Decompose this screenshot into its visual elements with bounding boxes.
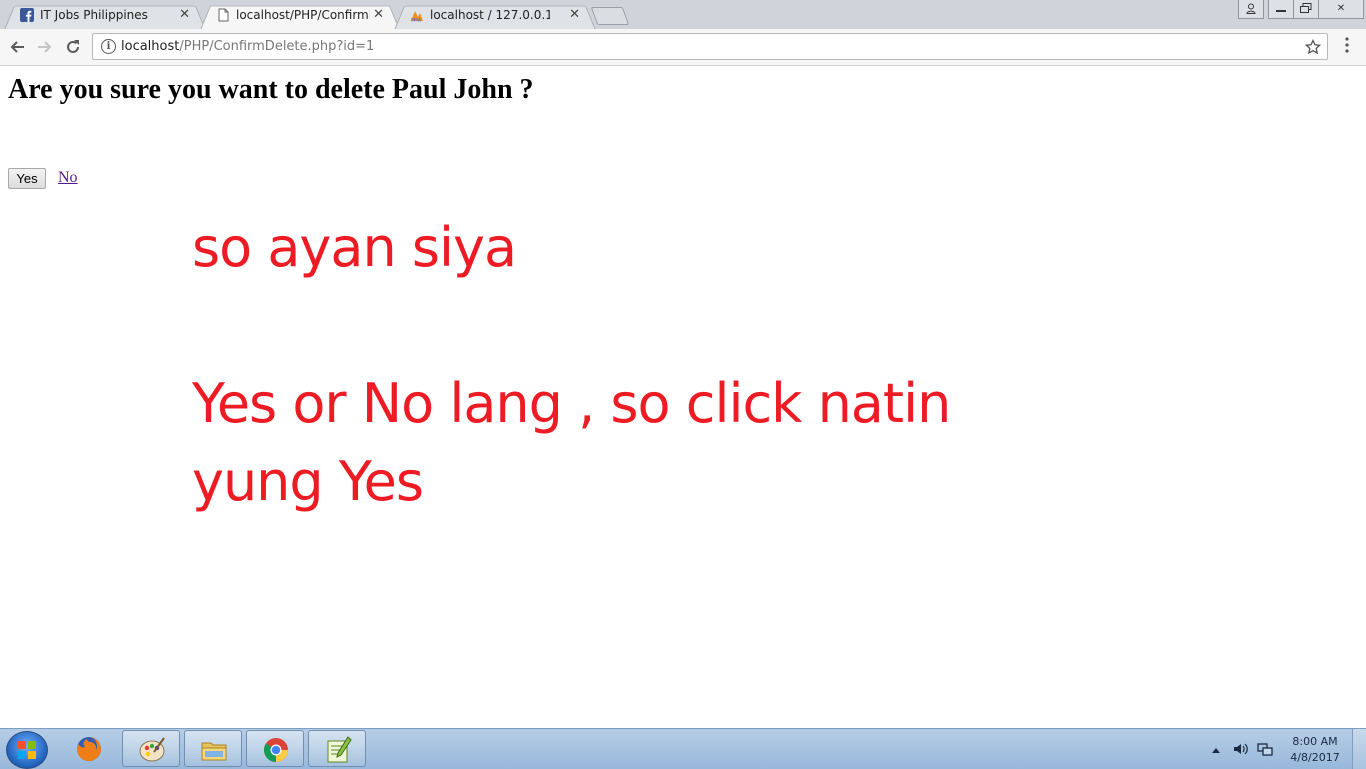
reload-icon (67, 40, 79, 53)
no-link[interactable]: No (58, 169, 78, 187)
facebook-icon (20, 8, 34, 22)
show-desktop-button[interactable] (1352, 729, 1366, 769)
tab-title: IT Jobs Philippines (40, 8, 148, 22)
close-icon[interactable]: ✕ (179, 7, 190, 22)
url-text[interactable]: localhost/PHP/ConfirmDelete.php?id=1 (121, 39, 374, 54)
tab-phpmyadmin[interactable]: PMA localhost / 127.0.0.1 / my ✕ (394, 2, 596, 30)
system-clock[interactable]: 8:00 AM 4/8/2017 (1284, 734, 1346, 766)
taskbar-file-explorer[interactable] (184, 730, 242, 767)
page-title: Are you sure you want to delete Paul Joh… (8, 74, 534, 105)
browser-toolbar: i localhost/PHP/ConfirmDelete.php?id=1 (0, 29, 1366, 66)
svg-text:PMA: PMA (411, 18, 422, 23)
network-icon[interactable] (1257, 741, 1273, 760)
chrome-icon (264, 738, 288, 762)
phpmyadmin-icon: PMA (411, 11, 423, 23)
arrow-left-icon (10, 41, 24, 53)
yes-button[interactable]: Yes (8, 168, 46, 189)
close-window-button[interactable]: ✕ (1318, 0, 1364, 19)
clock-time: 8:00 AM (1292, 735, 1338, 748)
info-icon[interactable]: i (101, 39, 116, 54)
firefox-icon (76, 737, 101, 761)
start-button[interactable] (6, 731, 48, 769)
tab-title: localhost/PHP/ConfirmD… (236, 8, 370, 22)
close-icon: ✕ (1336, 3, 1346, 14)
taskbar: 8:00 AM 4/8/2017 (0, 728, 1366, 769)
menu-icon[interactable] (1340, 37, 1354, 53)
profile-icon[interactable] (1238, 0, 1264, 19)
restore-button[interactable] (1293, 0, 1319, 19)
notepad-plus-plus-icon (327, 736, 352, 763)
taskbar-firefox[interactable] (60, 730, 118, 767)
tab-strip: IT Jobs Philippines ✕ localhost/PHP/Conf… (0, 0, 1366, 30)
page-icon (218, 8, 229, 22)
address-bar[interactable]: i localhost/PHP/ConfirmDelete.php?id=1 (92, 33, 1328, 60)
tab-title: localhost / 127.0.0.1 / my (430, 8, 550, 22)
arrow-right-icon (38, 41, 52, 53)
tab-it-jobs[interactable]: IT Jobs Philippines ✕ (4, 2, 206, 30)
show-hidden-icons[interactable] (1211, 743, 1221, 757)
windows-logo-icon (18, 741, 36, 759)
reload-button[interactable] (62, 36, 84, 58)
taskbar-chrome[interactable] (246, 730, 304, 767)
close-icon[interactable]: ✕ (373, 7, 384, 22)
bookmark-star-icon[interactable] (1305, 39, 1321, 55)
paint-icon (139, 737, 165, 762)
file-explorer-icon (201, 742, 227, 761)
annotation-line-3: yung Yes (192, 450, 424, 513)
taskbar-paint[interactable] (122, 730, 180, 767)
back-button[interactable] (6, 36, 28, 58)
annotation-line-2: Yes or No lang , so click natin (192, 372, 951, 435)
volume-icon[interactable] (1232, 741, 1248, 760)
forward-button[interactable] (34, 36, 56, 58)
annotation-line-1: so ayan siya (192, 216, 517, 279)
minimize-button[interactable] (1268, 0, 1294, 19)
taskbar-notepad-plus-plus[interactable] (308, 730, 366, 767)
clock-date: 4/8/2017 (1290, 751, 1340, 764)
close-icon[interactable]: ✕ (569, 7, 580, 22)
new-tab-button[interactable] (590, 7, 630, 25)
tab-confirm-delete[interactable]: localhost/PHP/ConfirmD… ✕ (200, 2, 400, 30)
